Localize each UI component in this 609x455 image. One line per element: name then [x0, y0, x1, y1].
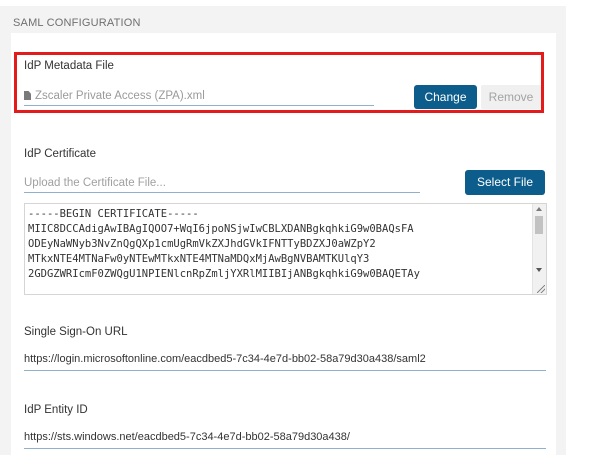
idp-metadata-filename: Zscaler Private Access (ZPA).xml — [35, 90, 205, 102]
scrollbar-thumb[interactable] — [535, 216, 543, 234]
select-file-button[interactable]: Select File — [465, 170, 545, 195]
scroll-up-arrow-icon[interactable] — [536, 207, 542, 211]
entity-id-field[interactable]: https://sts.windows.net/eacdbed5-7c34-4e… — [24, 431, 546, 449]
change-button[interactable]: Change — [414, 85, 477, 109]
file-icon — [24, 91, 31, 100]
certificate-line: 2GDGZWRIcmF0ZWQgU1NPIENlcnRpZmljYXRlMIIB… — [28, 268, 420, 280]
idp-metadata-label: IdP Metadata File — [24, 60, 114, 72]
certificate-upload-field[interactable]: Upload the Certificate File... — [24, 177, 420, 193]
idp-metadata-file-field[interactable]: Zscaler Private Access (ZPA).xml — [24, 90, 374, 106]
resize-handle-icon[interactable] — [537, 285, 545, 293]
entity-id-label: IdP Entity ID — [24, 404, 88, 416]
certificate-line: -----BEGIN CERTIFICATE----- — [28, 208, 199, 220]
idp-certificate-label: IdP Certificate — [24, 148, 97, 160]
scroll-down-arrow-icon[interactable] — [536, 268, 542, 272]
remove-button[interactable]: Remove — [481, 85, 541, 109]
certificate-textarea[interactable]: -----BEGIN CERTIFICATE----- MIIC8DCCAdig… — [24, 203, 547, 295]
sso-url-label: Single Sign-On URL — [24, 326, 128, 338]
certificate-line: MTkxNTE4MTNaFw0yNTEwMTkxNTE4MTNaMDQxMjAw… — [28, 253, 370, 265]
section-title: SAML CONFIGURATION — [13, 17, 141, 29]
sso-url-field[interactable]: https://login.microsoftonline.com/eacdbe… — [24, 353, 546, 371]
certificate-scrollbar[interactable] — [532, 204, 546, 294]
certificate-line: MIIC8DCCAdigAwIBAgIQOO7+WqI6jpoNSjwIwCBL… — [28, 223, 414, 235]
certificate-line: ODEyNaWNyb3NvZnQgQXp1cmUgRmVkZXJhdGVkIFN… — [28, 238, 376, 250]
